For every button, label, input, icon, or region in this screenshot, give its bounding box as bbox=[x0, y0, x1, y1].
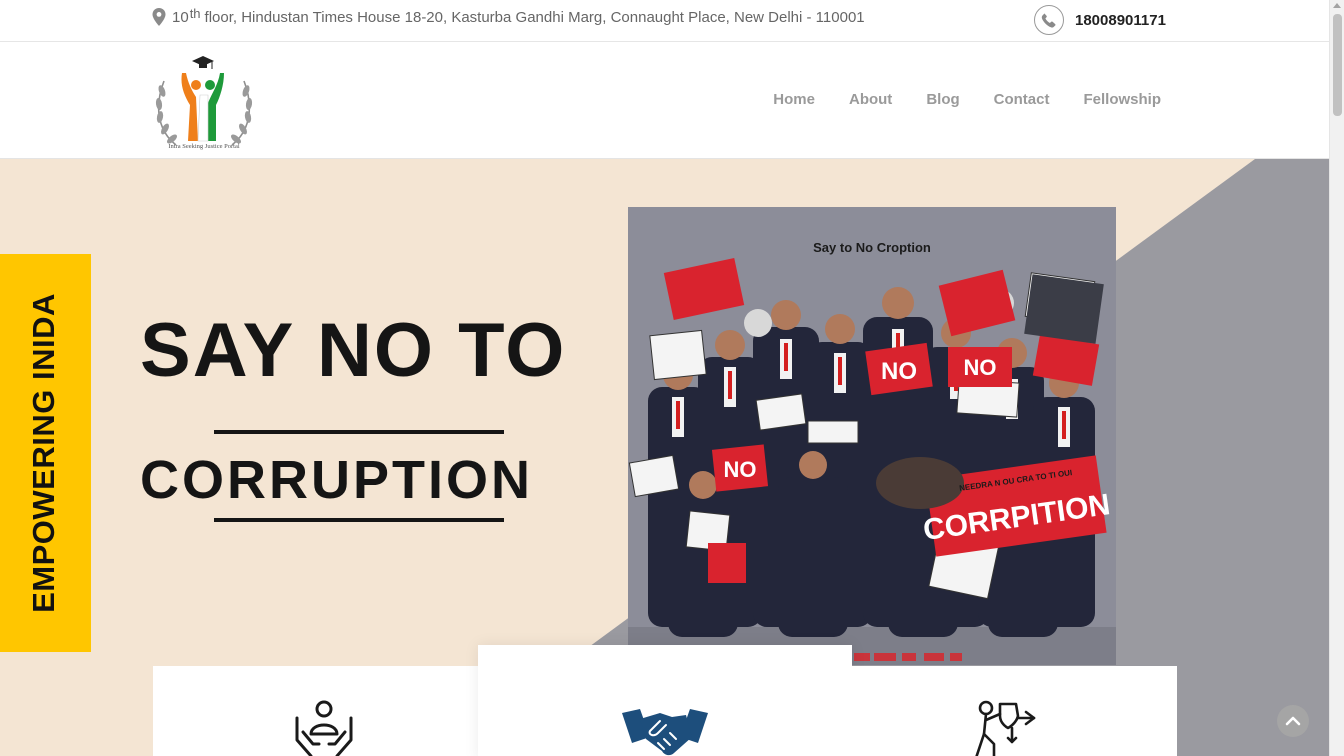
hero-poster-image: NO NO NO NEEDRA N OU CRA TO TI OUI CORRP… bbox=[628, 207, 1116, 665]
headline-divider-top bbox=[214, 430, 504, 434]
chevron-up-icon bbox=[1285, 716, 1301, 726]
phone-number[interactable]: 18008901171 bbox=[1075, 12, 1166, 29]
nav-home[interactable]: Home bbox=[773, 91, 815, 108]
address: 10th floor, Hindustan Times House 18-20,… bbox=[152, 5, 865, 26]
handshake-icon bbox=[622, 709, 708, 756]
site-logo[interactable] bbox=[150, 47, 258, 155]
headline-divider-bottom bbox=[214, 518, 504, 522]
feature-card-3[interactable] bbox=[852, 666, 1177, 756]
top-info-bar: 10th floor, Hindustan Times House 18-20,… bbox=[0, 0, 1329, 42]
nav-about[interactable]: About bbox=[849, 91, 892, 108]
poster-sign-no-2: NO bbox=[964, 355, 997, 380]
scroll-up-arrow-icon[interactable] bbox=[1333, 3, 1341, 8]
care-hands-icon bbox=[295, 700, 353, 756]
map-pin-icon bbox=[152, 8, 166, 26]
side-ribbon-label: EMPOWERING INIDA bbox=[26, 293, 61, 613]
hero-headline-line2: CORRUPTION bbox=[140, 450, 533, 510]
nav-blog[interactable]: Blog bbox=[926, 91, 959, 108]
address-text: floor, Hindustan Times House 18-20, Kast… bbox=[204, 8, 865, 26]
justice-figure-icon bbox=[975, 700, 1036, 756]
nav-contact[interactable]: Contact bbox=[994, 91, 1050, 108]
phone-contact[interactable]: 18008901171 bbox=[1034, 5, 1166, 35]
poster-sign-no-1: NO bbox=[881, 358, 917, 385]
address-ordinal: th bbox=[189, 5, 201, 21]
poster-title: Say to No Croption bbox=[813, 240, 931, 255]
hero-banner: EMPOWERING INIDA SAY NO TO CORRUPTION NO… bbox=[0, 159, 1329, 756]
scrollbar-thumb[interactable] bbox=[1333, 14, 1342, 116]
nav-fellowship[interactable]: Fellowship bbox=[1083, 91, 1161, 108]
protest-crowd-illustration: NO NO NO NEEDRA N OU CRA TO TI OUI CORRP… bbox=[628, 207, 1116, 665]
phone-icon bbox=[1034, 5, 1064, 35]
poster-sign-no-3: NO bbox=[724, 457, 757, 482]
feature-card-2[interactable] bbox=[478, 645, 852, 756]
hero-headline-line1: SAY NO TO bbox=[140, 308, 567, 393]
main-nav: Home About Blog Contact Fellowship bbox=[773, 91, 1161, 108]
site-header: Intra Seeking Justice Portal Home About … bbox=[0, 43, 1329, 159]
page-scrollbar[interactable] bbox=[1329, 0, 1344, 756]
address-number: 10 bbox=[172, 8, 189, 26]
back-to-top-button[interactable] bbox=[1277, 705, 1309, 737]
feature-card-1[interactable] bbox=[153, 666, 478, 756]
logo-caption: Intra Seeking Justice Portal bbox=[168, 143, 240, 150]
